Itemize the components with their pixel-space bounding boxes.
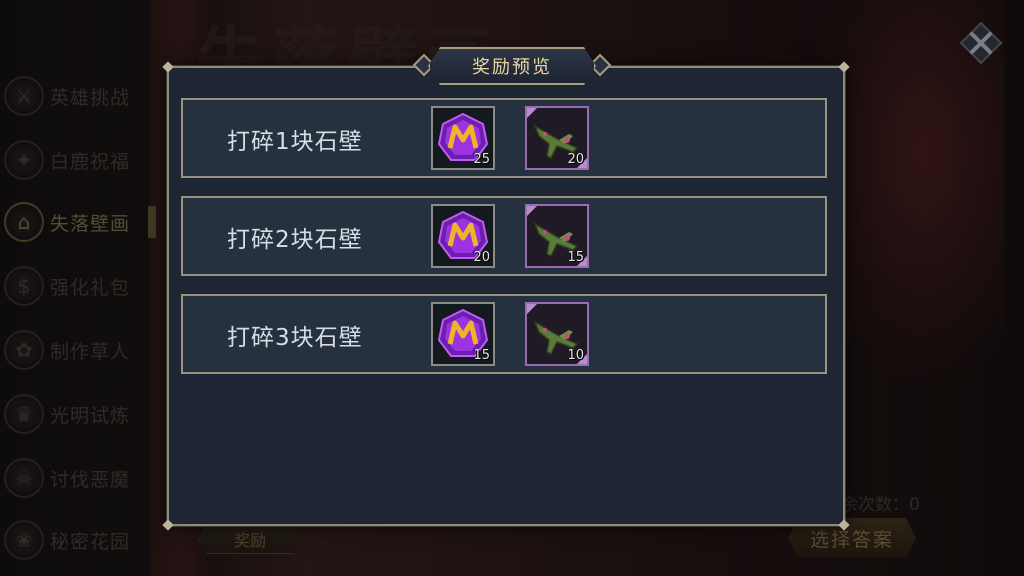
reward-condition-label: 打碎1块石壁 (227, 129, 363, 155)
gem-item-slot[interactable]: 15 (431, 302, 495, 366)
item-count: 25 (473, 152, 490, 167)
reward-row: 打碎3块石壁 15 10 (181, 294, 827, 374)
gem-item-slot[interactable]: 25 (431, 106, 495, 170)
reward-row: 打碎2块石壁 20 15 (181, 196, 827, 276)
plane-item-slot[interactable]: 20 (525, 106, 589, 170)
reward-condition-label: 打碎3块石壁 (227, 325, 363, 351)
dialog-title: 奖励预览 (428, 47, 596, 85)
dialog-title-banner: 奖励预览 (412, 47, 612, 85)
plane-item-slot[interactable]: 15 (525, 204, 589, 268)
reward-row: 打碎1块石壁 25 20 (181, 98, 827, 178)
item-count: 20 (567, 152, 584, 167)
item-count: 10 (567, 348, 584, 363)
item-count: 20 (473, 250, 490, 265)
item-count: 15 (473, 348, 490, 363)
item-count: 15 (567, 250, 584, 265)
plane-item-slot[interactable]: 10 (525, 302, 589, 366)
gem-item-slot[interactable]: 20 (431, 204, 495, 268)
reward-condition-label: 打碎2块石壁 (227, 227, 363, 253)
